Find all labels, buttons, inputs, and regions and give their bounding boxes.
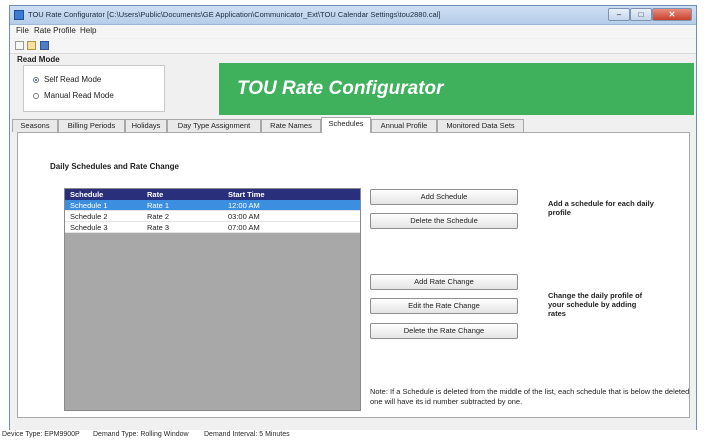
manual-read-mode-radio[interactable]: [33, 93, 39, 99]
cell-rate: Rate 2: [147, 212, 170, 221]
toolbar: [10, 39, 696, 54]
new-file-icon[interactable]: [15, 41, 24, 50]
tab-day-type-assignment[interactable]: Day Type Assignment: [167, 119, 261, 132]
read-mode-box: Self Read Mode Manual Read Mode: [23, 65, 165, 112]
tab-monitored-data-sets[interactable]: Monitored Data Sets: [437, 119, 524, 132]
self-read-mode-radio[interactable]: [33, 77, 39, 83]
table-row[interactable]: Schedule 3 Rate 3 07:00 AM: [65, 222, 360, 233]
demand-type-status: Demand Type: Rolling Window: [93, 431, 189, 438]
schedule-hint: Add a schedule for each daily profile: [548, 199, 654, 217]
schedules-table: Schedule Rate Start Time Schedule 1 Rate…: [64, 188, 361, 411]
tab-billing-periods[interactable]: Billing Periods: [58, 119, 125, 132]
title-bar[interactable]: TOU Rate Configurator [C:\Users\Public\D…: [10, 6, 696, 25]
table-row[interactable]: Schedule 2 Rate 2 03:00 AM: [65, 211, 360, 222]
cell-schedule: Schedule 3: [70, 223, 108, 232]
tab-bar: Seasons Billing Periods Holidays Day Typ…: [10, 117, 696, 133]
column-header-rate[interactable]: Rate: [147, 190, 163, 199]
tab-schedules[interactable]: Schedules: [321, 117, 371, 133]
device-type-status: Device Type: EPM9900P: [2, 431, 80, 438]
cell-start-time: 03:00 AM: [228, 212, 260, 221]
menu-rate-profile[interactable]: Rate Profile: [34, 26, 76, 35]
menu-help[interactable]: Help: [80, 26, 96, 35]
tab-annual-profile[interactable]: Annual Profile: [371, 119, 437, 132]
open-file-icon[interactable]: [27, 41, 36, 50]
cell-start-time: 12:00 AM: [228, 201, 260, 210]
self-read-mode-label[interactable]: Self Read Mode: [44, 75, 101, 84]
cell-rate: Rate 3: [147, 223, 170, 232]
menu-file[interactable]: File: [16, 26, 29, 35]
window-title: TOU Rate Configurator [C:\Users\Public\D…: [28, 10, 441, 19]
table-header: Schedule Rate Start Time: [65, 189, 360, 200]
section-title: Daily Schedules and Rate Change: [50, 162, 179, 171]
tab-rate-names[interactable]: Rate Names: [261, 119, 321, 132]
tab-seasons[interactable]: Seasons: [12, 119, 58, 132]
status-bar: Device Type: EPM9900P Demand Type: Rolli…: [0, 430, 706, 441]
maximize-button[interactable]: □: [630, 8, 652, 21]
delete-rate-change-button[interactable]: Delete the Rate Change: [370, 323, 518, 339]
read-mode-group: Read Mode Self Read Mode Manual Read Mod…: [17, 54, 165, 114]
add-rate-change-button[interactable]: Add Rate Change: [370, 274, 518, 290]
manual-read-mode-label[interactable]: Manual Read Mode: [44, 91, 114, 100]
save-icon[interactable]: [40, 41, 49, 50]
minimize-button[interactable]: –: [608, 8, 630, 21]
rate-change-hint: Change the daily profile of your schedul…: [548, 291, 643, 318]
demand-interval-status: Demand Interval: 5 Minutes: [204, 431, 290, 438]
add-schedule-button[interactable]: Add Schedule: [370, 189, 518, 205]
app-banner: TOU Rate Configurator: [219, 63, 694, 115]
read-mode-title: Read Mode: [17, 55, 60, 64]
edit-rate-change-button[interactable]: Edit the Rate Change: [370, 298, 518, 314]
app-icon: [14, 10, 24, 20]
close-button[interactable]: ✕: [652, 8, 692, 21]
cell-rate: Rate 1: [147, 201, 170, 210]
delete-schedule-button[interactable]: Delete the Schedule: [370, 213, 518, 229]
banner-title: TOU Rate Configurator: [237, 78, 444, 99]
cell-schedule: Schedule 1: [70, 201, 108, 210]
app-window: TOU Rate Configurator [C:\Users\Public\D…: [9, 5, 697, 437]
tab-holidays[interactable]: Holidays: [125, 119, 167, 132]
menu-bar: File Rate Profile Help: [10, 25, 696, 38]
cell-schedule: Schedule 2: [70, 212, 108, 221]
column-header-schedule[interactable]: Schedule: [70, 190, 103, 199]
cell-start-time: 07:00 AM: [228, 223, 260, 232]
delete-note: Note: If a Schedule is deleted from the …: [370, 387, 690, 406]
schedules-panel: Daily Schedules and Rate Change Schedule…: [17, 132, 690, 418]
column-header-start-time[interactable]: Start Time: [228, 190, 265, 199]
table-row[interactable]: Schedule 1 Rate 1 12:00 AM: [65, 200, 360, 211]
